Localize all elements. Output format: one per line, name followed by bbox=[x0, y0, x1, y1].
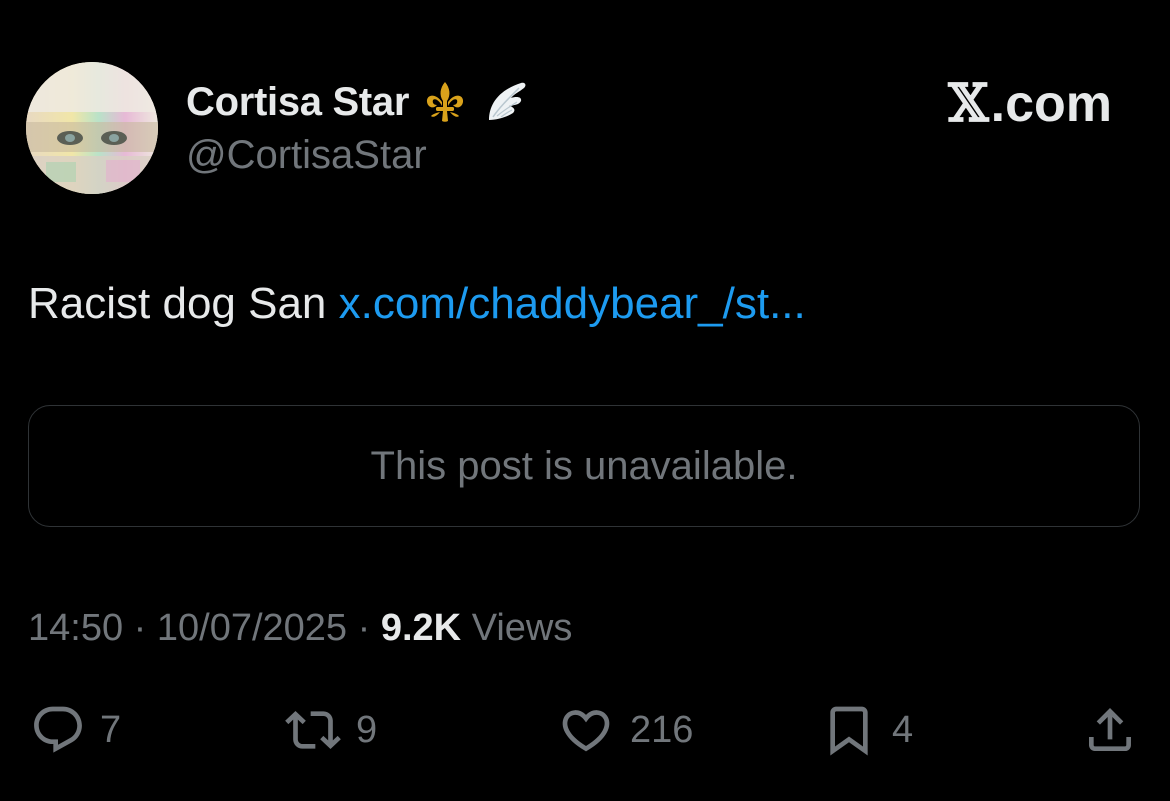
x-logo-icon: 𝕏 bbox=[948, 73, 989, 134]
meta-separator: · bbox=[133, 607, 147, 649]
wing-icon bbox=[481, 78, 531, 126]
heart-icon bbox=[562, 710, 610, 752]
tweet-body: Racist dog San x.com/chaddybear_/st... bbox=[28, 276, 806, 332]
quoted-post-card[interactable]: This post is unavailable. bbox=[28, 405, 1140, 527]
brand-label: .com bbox=[990, 75, 1112, 133]
repost-count: 9 bbox=[356, 708, 378, 751]
author-display-name[interactable]: Cortisa Star bbox=[186, 80, 409, 125]
views-label: Views bbox=[471, 607, 573, 649]
bookmark-button[interactable]: 4 bbox=[820, 702, 913, 758]
fleur-de-lis-icon bbox=[421, 78, 469, 126]
bookmark-icon bbox=[830, 706, 868, 756]
reply-button[interactable]: 7 bbox=[30, 702, 121, 758]
tweet-link[interactable]: x.com/chaddybear_/st... bbox=[339, 279, 806, 328]
x-brand-logo: 𝕏 .com bbox=[948, 74, 1112, 134]
repost-icon bbox=[285, 711, 341, 749]
tweet-text: Racist dog San bbox=[28, 279, 327, 328]
meta-separator: · bbox=[357, 607, 371, 649]
share-button[interactable] bbox=[1082, 702, 1138, 758]
reply-count: 7 bbox=[100, 708, 122, 751]
like-button[interactable]: 216 bbox=[556, 702, 693, 758]
post-time[interactable]: 14:50 bbox=[28, 607, 123, 649]
views-count: 9.2K bbox=[380, 607, 462, 649]
reply-icon bbox=[34, 706, 82, 753]
like-count: 216 bbox=[630, 708, 694, 751]
share-icon bbox=[1089, 708, 1131, 751]
author-avatar[interactable] bbox=[26, 62, 158, 194]
tweet-meta: 14:50 · 10/07/2025 · 9.2K Views bbox=[28, 604, 572, 652]
bookmark-count: 4 bbox=[892, 708, 914, 751]
author-name-row[interactable]: Cortisa Star bbox=[186, 74, 531, 130]
repost-button[interactable]: 9 bbox=[284, 702, 377, 758]
post-date[interactable]: 10/07/2025 bbox=[157, 607, 347, 649]
author-handle[interactable]: @CortisaStar bbox=[186, 132, 427, 178]
avatar-image bbox=[26, 62, 158, 194]
unavailable-message: This post is unavailable. bbox=[370, 443, 798, 488]
